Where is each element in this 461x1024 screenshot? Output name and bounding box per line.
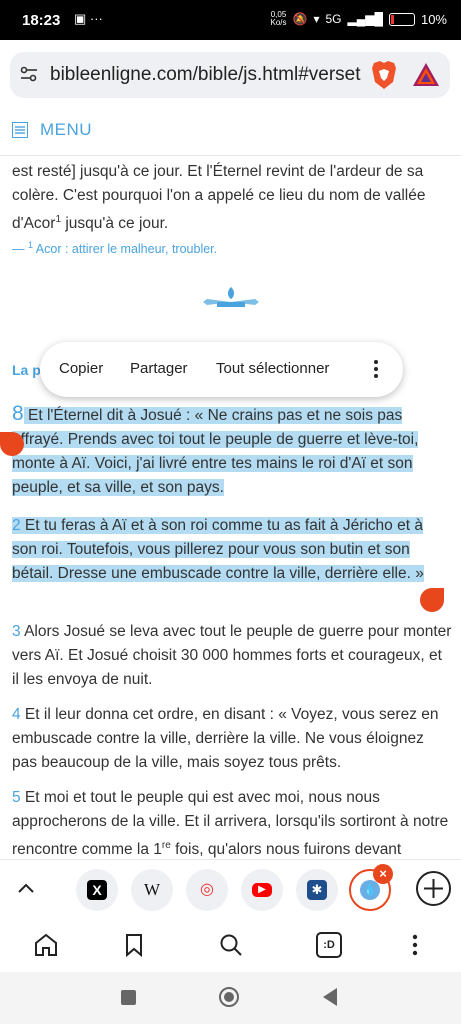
more-menu-icon[interactable] (402, 932, 428, 958)
red-target-icon: ◎ (200, 881, 214, 898)
more-options-icon[interactable] (374, 359, 378, 379)
mute-icon: 🔕 (292, 12, 308, 26)
tab-youtube[interactable]: ▶ (241, 869, 283, 911)
verse-number[interactable]: 2 (12, 517, 21, 534)
previous-passage: est resté] jusqu'à ce jour. Et l'Éternel… (12, 163, 426, 233)
status-bar: 18:23 ▣ ··· 0,05 Ko/s 🔕 ▾ 5G ▂▄▆█ 10% (0, 0, 461, 40)
url-text[interactable]: bibleenligne.com/bible/js.html#verset (50, 64, 362, 86)
tabs-button[interactable]: :D (316, 932, 342, 958)
site-menu-bar: MENU (0, 106, 461, 156)
verse-2: 2 Et tu feras à Aï et à son roi comme tu… (12, 514, 452, 586)
wikipedia-icon: W (143, 880, 161, 899)
text-selection-menu: Copier Partager Tout sélectionner (40, 342, 403, 397)
verse-4: 4 Et il leur donna cet ordre, en disant … (12, 703, 452, 775)
browser-bar: bibleenligne.com/bible/js.html#verset (0, 40, 461, 104)
site-settings-icon[interactable] (20, 66, 38, 82)
tab-wikipedia[interactable]: W (131, 869, 173, 911)
star-app-icon: ✱ (307, 880, 327, 900)
verse-text: Et l'Éternel dit à Josué : « Ne crains p… (12, 407, 419, 496)
select-all-button[interactable]: Tout sélectionner (216, 360, 329, 377)
youtube-icon: ▶ (252, 883, 272, 897)
recents-icon[interactable] (121, 990, 136, 1005)
verse-number[interactable]: 8 (12, 402, 24, 425)
verse-text: Et il leur donna cet ordre, en disant : … (12, 706, 439, 771)
tab-x[interactable]: X (76, 869, 118, 911)
verse-text: Alors Josué se leva avec tout le peuple … (12, 623, 452, 688)
menu-label[interactable]: MENU (40, 120, 92, 140)
system-nav-bar (0, 972, 461, 1024)
share-button[interactable]: Partager (130, 360, 188, 377)
rewards-icon[interactable] (412, 61, 440, 89)
battery-icon (388, 12, 415, 26)
back-icon[interactable] (321, 987, 339, 1007)
close-tab-icon[interactable]: × (373, 864, 393, 884)
verse-1: 8 Et l'Éternel dit à Josué : « Ne crains… (12, 402, 452, 500)
new-tab-icon[interactable] (415, 870, 452, 907)
search-icon[interactable] (218, 932, 244, 958)
verse-number[interactable]: 5 (12, 789, 21, 806)
chevron-up-icon[interactable] (14, 879, 38, 897)
footnote[interactable]: — 1 Acor : attirer le malheur, troubler. (12, 240, 217, 256)
tab-site[interactable]: ◎ (186, 869, 228, 911)
selection-handle-end[interactable] (420, 588, 444, 612)
verse-number[interactable]: 4 (12, 706, 21, 723)
chapter-ornament (203, 287, 259, 307)
notification-icons: ▣ ··· (74, 11, 103, 26)
bible-app-icon: 💧 (360, 880, 380, 900)
brave-shields-icon[interactable] (370, 60, 398, 90)
menu-icon[interactable] (12, 122, 28, 138)
tab-app[interactable]: ✱ (296, 869, 338, 911)
verse-text: Et tu feras à Aï et à son roi comme tu a… (12, 517, 424, 582)
network-speed: 0,05 Ko/s (270, 10, 287, 27)
status-right: 0,05 Ko/s 🔕 ▾ 5G ▂▄▆█ 10% (270, 11, 447, 27)
verse-5: 5 Et moi et tout le peuple qui est avec … (12, 789, 449, 859)
selection-handle-start[interactable] (0, 432, 24, 456)
battery-percent: 10% (420, 11, 447, 27)
bible-content: est resté] jusqu'à ce jour. Et l'Éternel… (0, 156, 461, 859)
section-title-partial: La p (12, 362, 41, 378)
verse-number[interactable]: 3 (12, 623, 21, 640)
url-bar[interactable]: bibleenligne.com/bible/js.html#verset (10, 52, 450, 98)
home-button-icon[interactable] (218, 986, 240, 1008)
status-time: 18:23 (22, 12, 61, 29)
copy-button[interactable]: Copier (59, 360, 103, 377)
x-icon: X (87, 880, 107, 900)
signal-icon: ▂▄▆█ (347, 12, 383, 26)
home-icon[interactable] (33, 932, 59, 958)
browser-toolbar: :D (0, 920, 461, 972)
verse-3: 3 Alors Josué se leva avec tout le peupl… (12, 620, 452, 692)
wifi-icon: ▾ (313, 12, 320, 26)
bookmark-icon[interactable] (121, 932, 147, 958)
network-type: 5G (325, 12, 342, 26)
